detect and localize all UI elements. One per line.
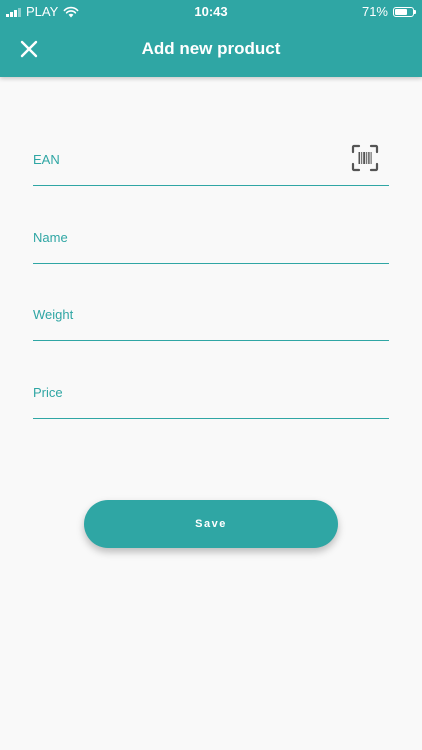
battery-icon (393, 6, 416, 17)
name-label: Name (33, 230, 68, 245)
ean-label: EAN (33, 152, 60, 167)
weight-field[interactable]: Weight (33, 301, 389, 341)
status-time: 10:43 (194, 4, 228, 19)
app-header: PLAY 10:43 71% Add new product (0, 0, 422, 77)
price-label: Price (33, 385, 63, 400)
save-button[interactable]: Save (84, 500, 338, 548)
weight-label: Weight (33, 307, 74, 322)
save-label: Save (195, 518, 227, 530)
ean-field[interactable]: EAN (33, 144, 389, 186)
barcode-scan-icon (351, 144, 379, 172)
scan-barcode-button[interactable] (351, 144, 379, 172)
status-bar: PLAY 10:43 71% (0, 0, 422, 22)
status-right: 71% (361, 4, 416, 19)
battery-fill (395, 8, 407, 15)
page-title: Add new product (141, 39, 281, 58)
name-field[interactable]: Name (33, 224, 389, 264)
price-field[interactable]: Price (33, 379, 389, 419)
battery-percent: 71% (361, 4, 388, 19)
